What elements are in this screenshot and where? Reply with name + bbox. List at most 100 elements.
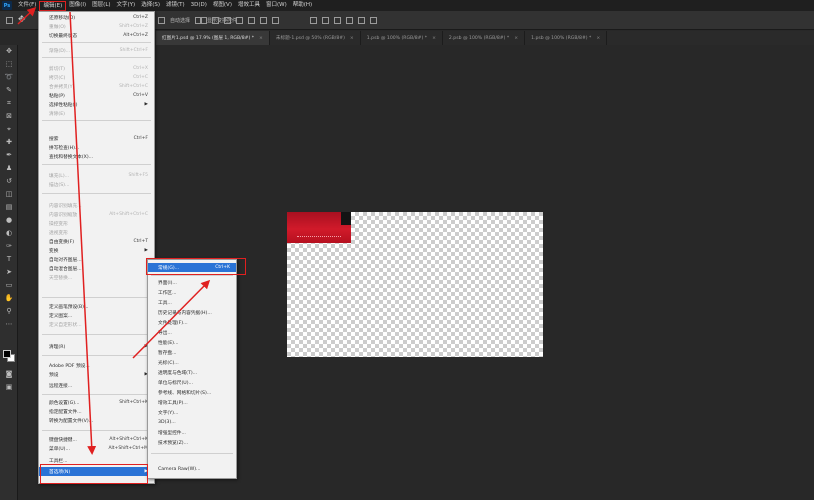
pref-item-tech-previews[interactable]: 技术预览(Z)...: [148, 438, 236, 447]
menu-item-content-aware-scale[interactable]: 内容识别缩放 Alt+Shift+Ctrl+C: [39, 210, 154, 219]
eraser-tool-icon[interactable]: ◫: [4, 190, 14, 199]
menu-file[interactable]: 文件(F): [15, 0, 39, 11]
gradient-tool-icon[interactable]: ▤: [4, 203, 14, 212]
roll-icon[interactable]: [334, 17, 341, 24]
menu-help[interactable]: 帮助(H): [290, 0, 315, 11]
menu-filter[interactable]: 滤镜(T): [163, 0, 188, 11]
pref-item-type[interactable]: 文字(Y)...: [148, 408, 236, 417]
dodge-tool-icon[interactable]: ◐: [4, 229, 14, 238]
pref-item-3d[interactable]: 3D(3)...: [148, 418, 236, 427]
menu-item-keyboard-shortcuts[interactable]: 键盘快捷键... Alt+Shift+Ctrl+K: [39, 435, 154, 444]
more-tools-icon[interactable]: ⋯: [4, 320, 14, 329]
lasso-tool-icon[interactable]: ➰: [4, 73, 14, 82]
zoom-tool-icon[interactable]: ⚲: [4, 307, 14, 316]
menu-image[interactable]: 图像(I): [66, 0, 89, 11]
align-top-icon[interactable]: [236, 17, 243, 24]
menu-item-perspective-warp[interactable]: 透视变形: [39, 228, 154, 237]
pref-item-performance[interactable]: 性能(E)...: [148, 338, 236, 347]
menu-item-cut[interactable]: 剪切(T) Ctrl+X: [39, 64, 154, 73]
menu-item-fade[interactable]: 渐隐(D)... Shift+Ctrl+F: [39, 46, 154, 55]
history-brush-tool-icon[interactable]: ↺: [4, 177, 14, 186]
quick-select-tool-icon[interactable]: ✎: [4, 86, 14, 95]
menu-item-sky-replacement[interactable]: 天空替换...: [39, 273, 154, 282]
brush-tool-icon[interactable]: ✒: [4, 151, 14, 160]
healing-brush-tool-icon[interactable]: ✚: [4, 138, 14, 147]
document-tab[interactable]: 1.psb @ 100% (RGB/8#) * ×: [525, 31, 608, 45]
menu-select[interactable]: 选择(S): [138, 0, 163, 11]
foreground-color-swatch[interactable]: [3, 350, 11, 358]
pref-item-file-handling[interactable]: 文件处理(F)...: [148, 318, 236, 327]
menu-plugins[interactable]: 增效工具: [235, 0, 263, 11]
blur-tool-icon[interactable]: ●: [4, 216, 14, 225]
close-icon[interactable]: ×: [596, 36, 600, 41]
distribute-icon[interactable]: [272, 17, 279, 24]
menu-edit[interactable]: 编辑(E): [39, 0, 67, 11]
menu-item-undo[interactable]: 还原移动(O) Ctrl+Z: [39, 13, 154, 22]
pref-item-units-rulers[interactable]: 单位与标尺(U)...: [148, 378, 236, 387]
pref-item-guides-grid[interactable]: 参考线、网格和切片(S)...: [148, 388, 236, 397]
menu-item-preferences[interactable]: 首选项(N)▶: [39, 467, 154, 476]
menu-3d[interactable]: 3D(D): [188, 0, 210, 11]
align-right-icon[interactable]: [224, 17, 231, 24]
menu-item-auto-blend-layers[interactable]: 自动混合图层...: [39, 264, 154, 273]
screen-mode-icon[interactable]: ▣: [4, 383, 14, 392]
pref-item-camera-raw[interactable]: Camera Raw(W)...: [148, 465, 236, 474]
move-tool-icon[interactable]: ✥: [18, 16, 26, 25]
menu-item-color-settings[interactable]: 颜色设置(G)... Shift+Ctrl+K: [39, 398, 154, 407]
close-icon[interactable]: ×: [432, 36, 436, 41]
move-tool-icon[interactable]: ✥: [4, 47, 14, 56]
menu-item-auto-align-layers[interactable]: 自动对齐图层...: [39, 255, 154, 264]
menu-item-puppet-warp[interactable]: 操控变形: [39, 219, 154, 228]
pref-item-transparency[interactable]: 透明度与色域(T)...: [148, 368, 236, 377]
close-icon[interactable]: ×: [350, 36, 354, 41]
align-center-icon[interactable]: [212, 17, 219, 24]
menu-item-presets[interactable]: 预设▶: [39, 370, 154, 379]
document-canvas[interactable]: [287, 212, 543, 357]
menu-item-clear[interactable]: 清除(E): [39, 109, 154, 118]
align-bottom-icon[interactable]: [260, 17, 267, 24]
pref-item-scratch-disks[interactable]: 暂存盘...: [148, 348, 236, 357]
path-selection-tool-icon[interactable]: ➤: [4, 268, 14, 277]
pref-item-interface[interactable]: 界面(I)...: [148, 278, 236, 287]
close-icon[interactable]: ×: [514, 36, 518, 41]
slide-icon[interactable]: [358, 17, 365, 24]
document-tab[interactable]: 未标题-1.psd @ 50% (RGB/8#) ×: [270, 31, 361, 45]
orbit-icon[interactable]: [322, 17, 329, 24]
quick-mask-icon[interactable]: ◙: [4, 370, 14, 379]
menu-item-content-aware-fill[interactable]: 内容识别填充...: [39, 201, 154, 210]
home-icon[interactable]: [6, 17, 13, 24]
menu-item-stroke[interactable]: 描边(S)...: [39, 180, 154, 189]
document-tab[interactable]: 2.psb @ 100% (RGB/8#) * ×: [443, 31, 526, 45]
menu-item-search[interactable]: 搜索 Ctrl+F: [39, 134, 154, 143]
menu-item-find-replace[interactable]: 查找和替换文本(X)...: [39, 152, 154, 161]
hand-tool-icon[interactable]: ✋: [4, 294, 14, 303]
pref-item-tools[interactable]: 工具...: [148, 298, 236, 307]
menu-item-fill[interactable]: 填充(L)... Shift+F5: [39, 171, 154, 180]
pan-icon[interactable]: [346, 17, 353, 24]
menu-item-adobe-pdf-presets[interactable]: Adobe PDF 预设...: [39, 361, 154, 370]
align-middle-icon[interactable]: [248, 17, 255, 24]
menu-type[interactable]: 文字(Y): [114, 0, 139, 11]
pref-item-general[interactable]: 常规(G)... Ctrl+K: [148, 263, 236, 272]
menu-item-toolbar[interactable]: 工具栏...: [39, 456, 154, 465]
close-icon[interactable]: ×: [259, 36, 263, 41]
menu-item-paste-special[interactable]: 选择性粘贴(I) ▶: [39, 100, 154, 109]
menu-item-copy[interactable]: 拷贝(C) Ctrl+C: [39, 73, 154, 82]
pref-item-history[interactable]: 历史记录与内容凭据(H)...: [148, 308, 236, 317]
type-tool-icon[interactable]: T: [4, 255, 14, 264]
menu-item-remote-connections[interactable]: 远程连接...: [39, 381, 154, 390]
document-tab[interactable]: 1.psb @ 100% (RGB/8#) * ×: [361, 31, 443, 45]
menu-item-transform[interactable]: 变换 ▶: [39, 246, 154, 255]
menu-item-define-brush[interactable]: 定义画笔预设(B)...: [39, 302, 154, 311]
menu-item-toggle-last-state[interactable]: 切换最终状态 Alt+Ctrl+Z: [39, 31, 154, 40]
rectangle-tool-icon[interactable]: ▭: [4, 281, 14, 290]
scale-icon[interactable]: [370, 17, 377, 24]
frame-tool-icon[interactable]: ⊠: [4, 112, 14, 121]
document-tab[interactable]: 红图片1.psd @ 17.9% (图层 1, RGB/8#) * ×: [156, 31, 270, 45]
pref-item-enhanced-controls[interactable]: 增强型控件...: [148, 428, 236, 437]
marquee-tool-icon[interactable]: ⬚: [4, 60, 14, 69]
pen-tool-icon[interactable]: ✑: [4, 242, 14, 251]
pref-item-cursors[interactable]: 光标(C)...: [148, 358, 236, 367]
align-left-icon[interactable]: [200, 17, 207, 24]
pref-item-export[interactable]: 导出...: [148, 328, 236, 337]
